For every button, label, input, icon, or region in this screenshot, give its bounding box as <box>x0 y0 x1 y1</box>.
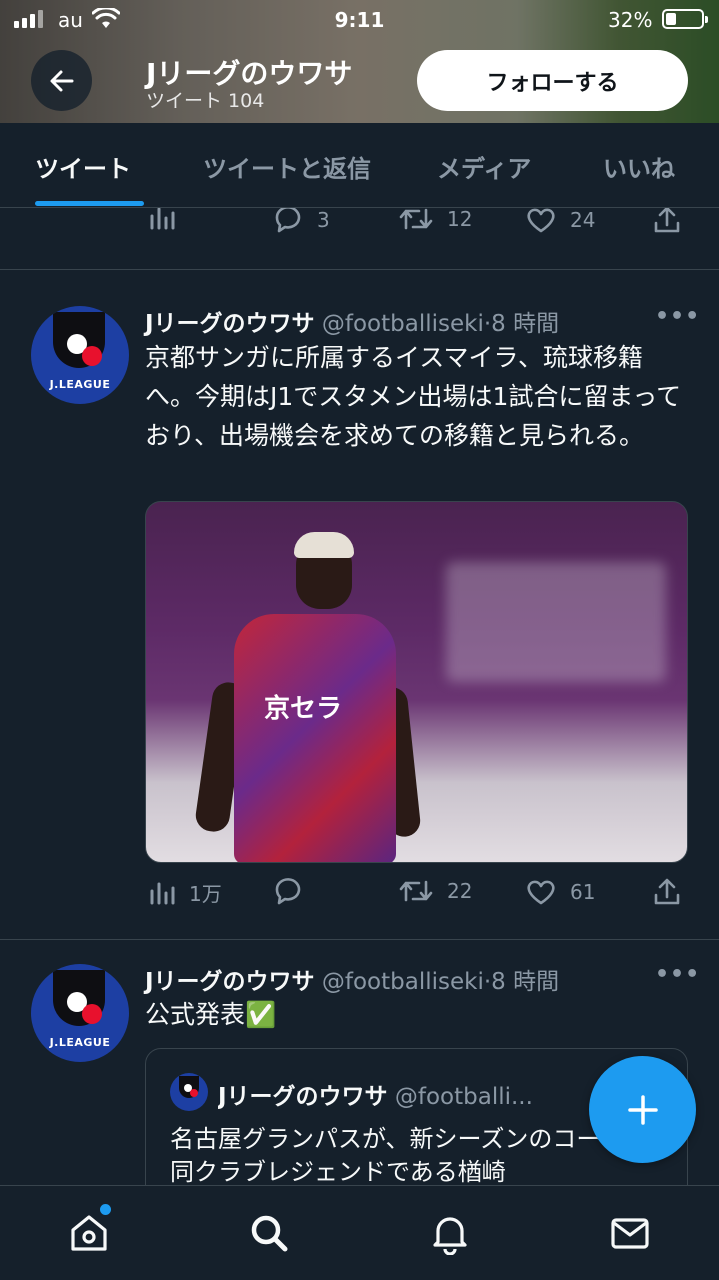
divider <box>0 939 719 940</box>
compose-tweet-button[interactable] <box>589 1056 696 1163</box>
nav-messages[interactable] <box>605 1208 655 1258</box>
reply-icon <box>275 878 301 905</box>
view-count: 1万 <box>189 882 222 906</box>
divider <box>0 269 719 270</box>
views-button[interactable]: 1万 <box>149 878 222 907</box>
tweet-photo[interactable]: 京セラ <box>145 501 688 863</box>
tweet-text: 公式発表✅ <box>145 1000 277 1029</box>
bell-icon <box>433 1217 467 1255</box>
reply-count: 3 <box>317 208 330 232</box>
analytics-icon <box>150 882 175 904</box>
retweet-count: 12 <box>447 208 473 231</box>
notification-dot <box>100 1204 111 1215</box>
quoted-avatar <box>170 1073 208 1111</box>
share-icon <box>654 878 680 905</box>
tab-tweets[interactable]: ツイート <box>35 149 131 184</box>
share-icon <box>654 208 680 233</box>
views-button[interactable] <box>149 208 175 230</box>
tweet-header: Jリーグのウワサ @footballiseki·8 時間 <box>145 962 559 996</box>
more-icon[interactable]: ••• <box>655 304 700 329</box>
heart-icon <box>527 880 555 905</box>
quoted-author-name: Jリーグのウワサ <box>218 1084 388 1110</box>
nav-notifications[interactable] <box>425 1208 475 1258</box>
reply-button[interactable]: 3 <box>273 208 330 234</box>
bottom-navigation <box>0 1185 719 1280</box>
like-button[interactable]: 24 <box>526 208 595 234</box>
avatar[interactable]: J.LEAGUE <box>31 306 129 404</box>
profile-tabs: ツイート ツイートと返信 メディア いいね <box>0 123 719 208</box>
quoted-author-handle: @footballi... <box>394 1084 533 1110</box>
avatar[interactable]: J.LEAGUE <box>31 964 129 1062</box>
arrow-left-icon <box>50 70 73 91</box>
reply-icon <box>275 208 301 233</box>
more-icon[interactable]: ••• <box>655 962 700 987</box>
tweet-time: ·8 時間 <box>483 311 560 337</box>
battery-icon <box>662 9 708 29</box>
prev-tweet-actions: 3 12 24 <box>145 208 690 246</box>
tweet-header: Jリーグのウワサ @footballiseki·8 時間 <box>145 304 559 338</box>
back-button[interactable] <box>31 50 92 111</box>
jersey-sponsor-text: 京セラ <box>264 694 343 724</box>
quoted-header: Jリーグのウワサ @footballi... <box>218 1077 638 1111</box>
jleague-logo-text: J.LEAGUE <box>49 1036 111 1049</box>
tweet-time: ·8 時間 <box>483 969 560 995</box>
battery-percent: 32% <box>608 8 653 32</box>
author-name[interactable]: Jリーグのウワサ <box>145 311 315 337</box>
home-icon <box>71 1215 107 1251</box>
tweet-actions: 1万 22 61 <box>145 878 690 918</box>
tweet-feed[interactable]: 3 12 24 J.LEAGUE Jリーグのウワサ @footballiseki… <box>0 208 719 1185</box>
retweet-icon <box>399 208 433 230</box>
jleague-logo-text: J.LEAGUE <box>49 378 111 391</box>
retweet-icon <box>399 880 433 902</box>
analytics-icon <box>150 208 175 230</box>
like-button[interactable]: 61 <box>526 878 595 906</box>
retweet-button[interactable]: 22 <box>399 878 472 904</box>
mail-icon <box>611 1218 649 1249</box>
nav-search[interactable] <box>244 1208 294 1258</box>
plus-icon <box>627 1094 658 1125</box>
tweet-count: ツイート 104 <box>146 90 265 112</box>
like-count: 61 <box>570 880 596 904</box>
active-tab-indicator <box>35 201 144 206</box>
retweet-button[interactable]: 12 <box>399 208 472 232</box>
follow-button[interactable]: フォローする <box>417 50 688 111</box>
like-count: 24 <box>570 208 596 232</box>
heart-icon <box>527 208 555 233</box>
status-bar: au 9:11 32% <box>0 0 719 40</box>
tab-tweets-and-replies[interactable]: ツイートと返信 <box>203 149 371 184</box>
retweet-count: 22 <box>447 879 473 903</box>
author-name[interactable]: Jリーグのウワサ <box>145 969 315 995</box>
share-button[interactable] <box>653 208 681 234</box>
nav-home[interactable] <box>64 1208 114 1258</box>
author-handle[interactable]: @footballiseki <box>322 311 484 337</box>
share-button[interactable] <box>653 878 681 906</box>
tab-likes[interactable]: いいね <box>603 149 675 184</box>
search-icon <box>251 1215 288 1252</box>
author-handle[interactable]: @footballiseki <box>322 969 484 995</box>
reply-button[interactable] <box>273 878 303 906</box>
tab-media[interactable]: メディア <box>437 149 531 184</box>
tweet-text: 京都サンガに所属するイスマイラ、琉球移籍へ。今期はJ1でスタメン出場は1試合に留… <box>145 343 682 450</box>
